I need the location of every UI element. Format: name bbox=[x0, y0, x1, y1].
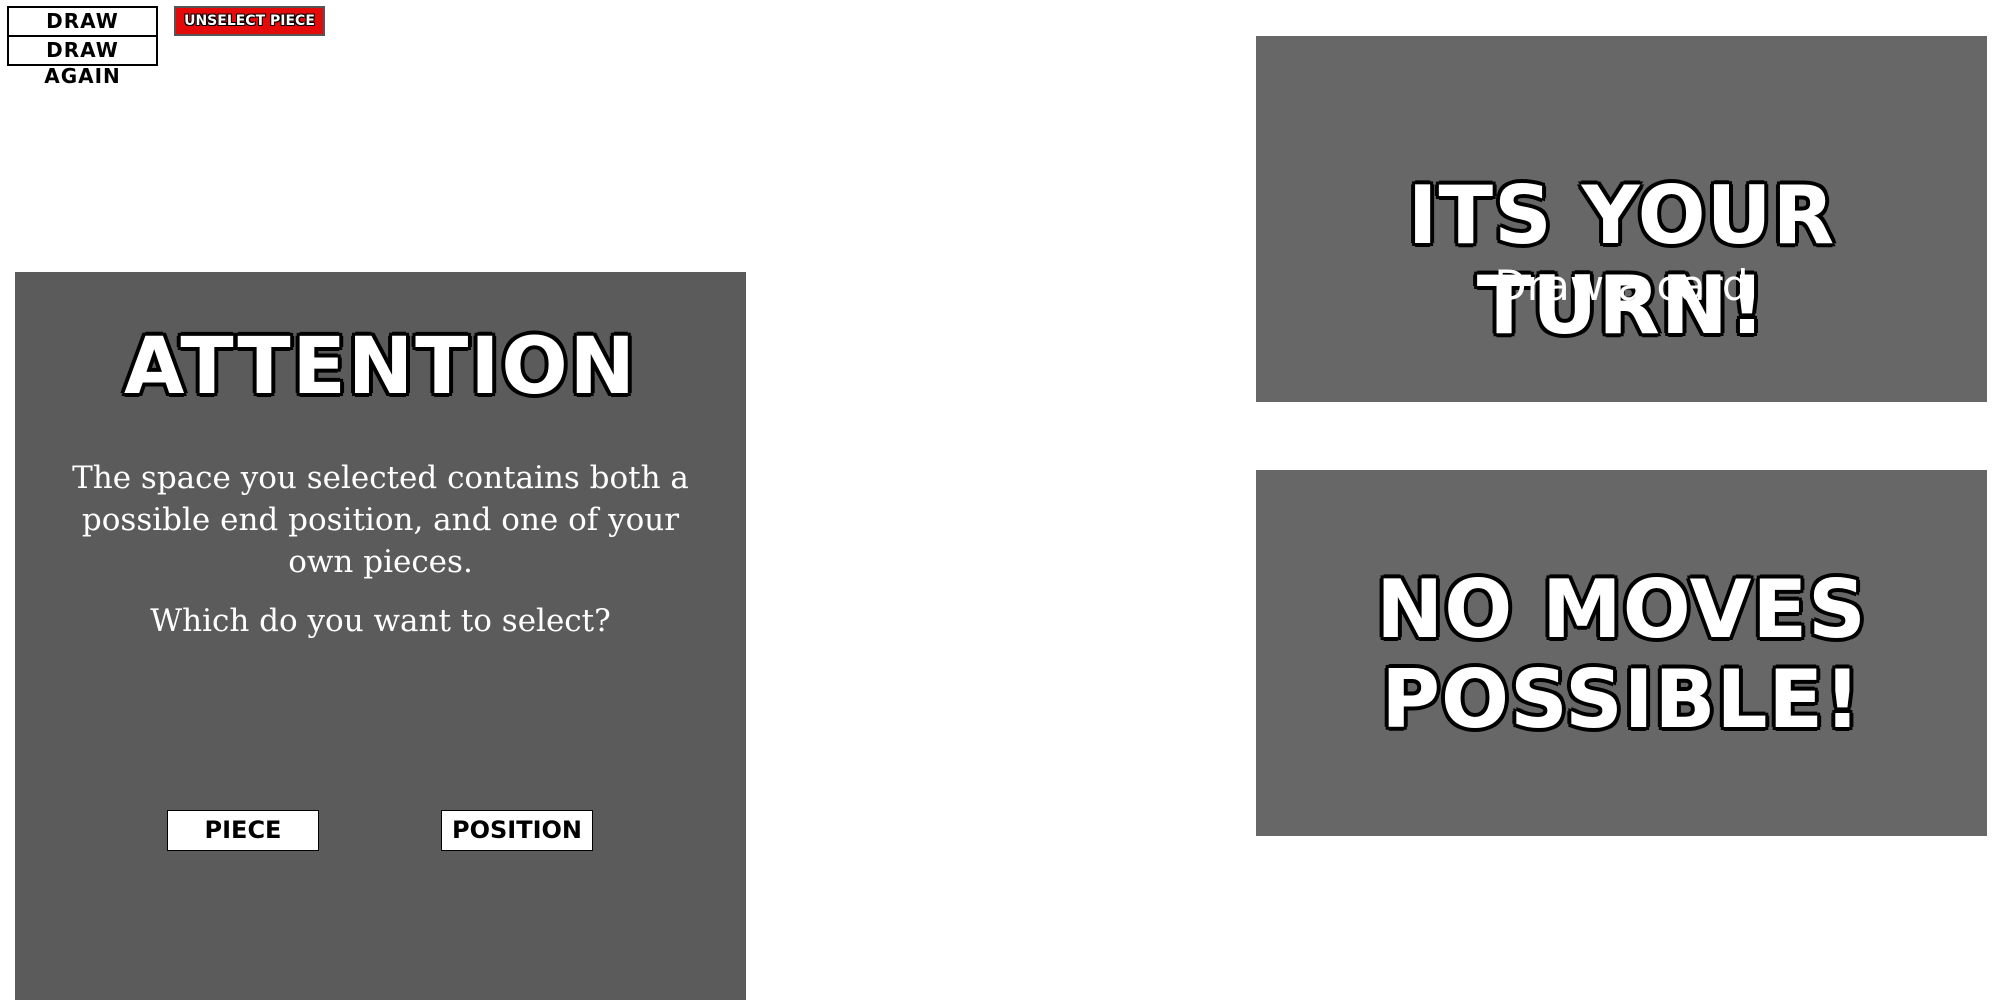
piece-button[interactable]: PIECE bbox=[167, 810, 319, 851]
attention-dialog: ATTENTION The space you selected contain… bbox=[15, 272, 746, 1000]
position-button[interactable]: POSITION bbox=[441, 810, 593, 851]
attention-message: The space you selected contains both a p… bbox=[72, 460, 689, 580]
draw-again-button[interactable]: DRAW AGAIN bbox=[7, 36, 158, 88]
no-moves-title: NO MOVES POSSIBLE! bbox=[1256, 565, 1987, 745]
unselect-piece-button[interactable]: UNSELECT PIECE bbox=[174, 6, 325, 36]
attention-question: Which do you want to select? bbox=[150, 603, 611, 639]
your-turn-panel: ITS YOUR TURN! Draw a card bbox=[1256, 36, 1987, 402]
no-moves-panel: NO MOVES POSSIBLE! bbox=[1256, 470, 1987, 836]
no-moves-line-1: NO MOVES bbox=[1376, 563, 1867, 656]
draw-card-subtitle: Draw a card bbox=[1494, 261, 1749, 310]
attention-title: ATTENTION bbox=[124, 322, 637, 412]
no-moves-line-2: POSSIBLE! bbox=[1381, 653, 1862, 746]
draw-button[interactable]: DRAW bbox=[7, 6, 158, 36]
